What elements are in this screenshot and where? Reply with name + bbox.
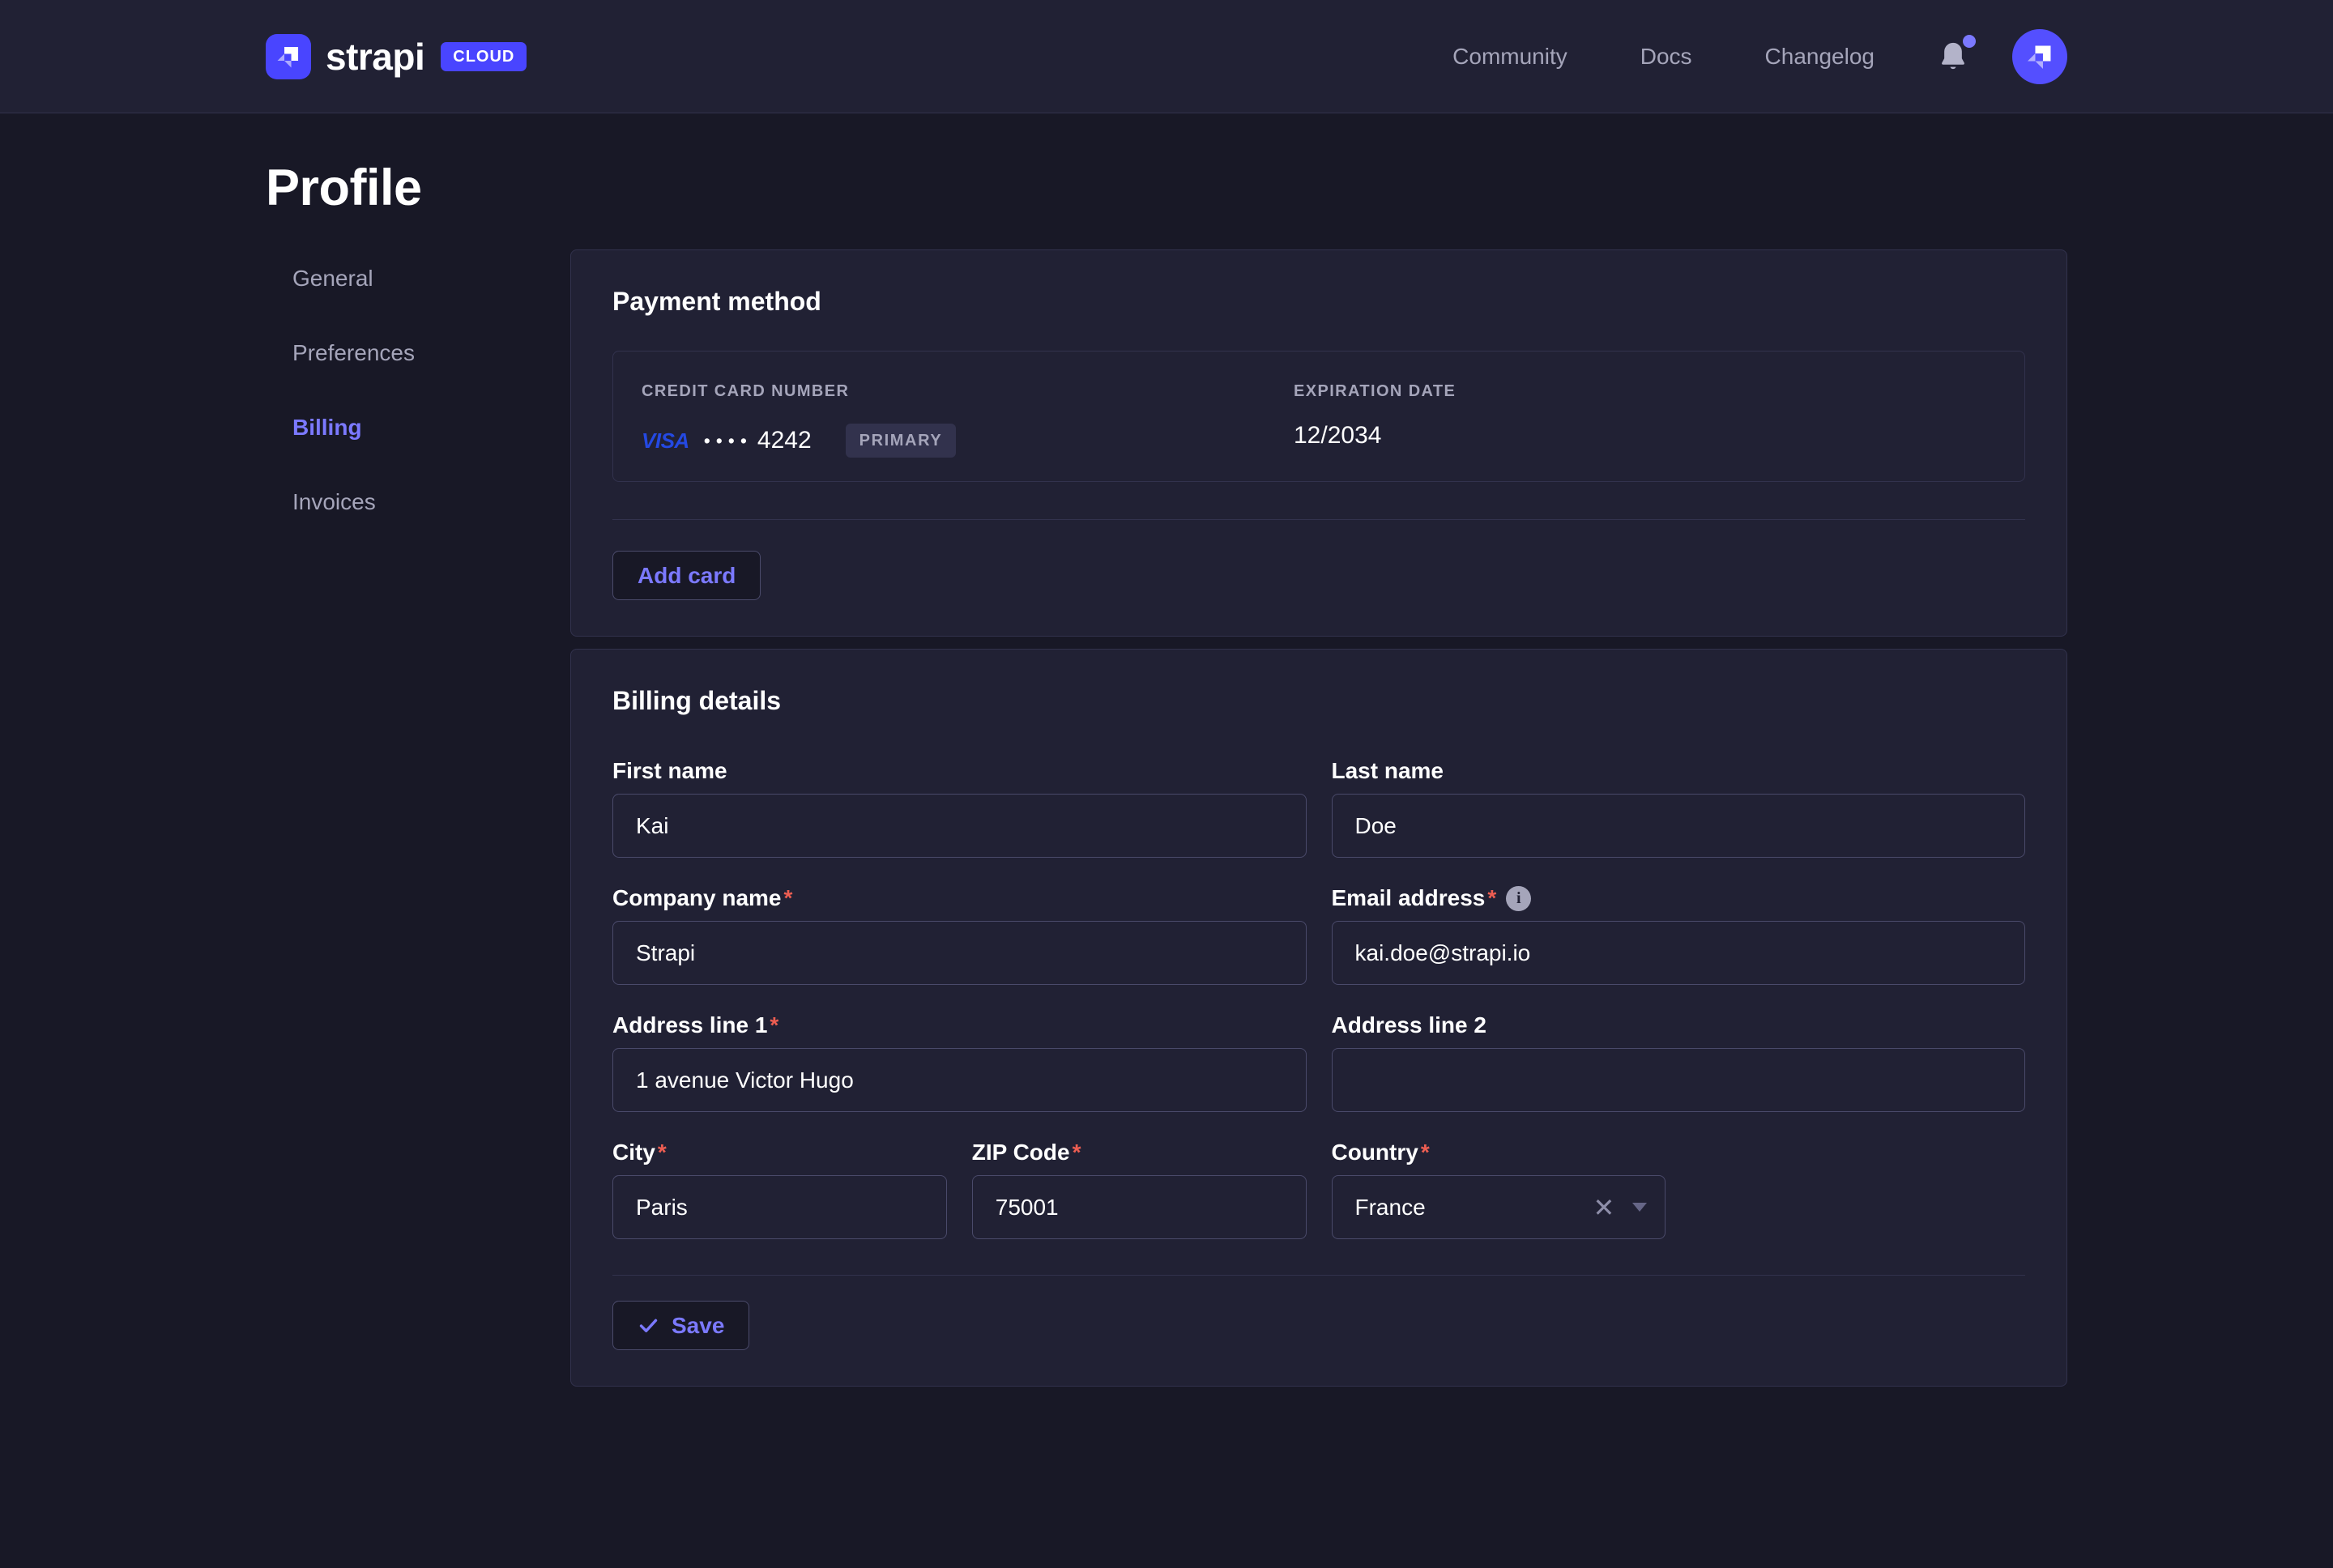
field-address2: Address line 2 bbox=[1332, 1012, 2026, 1112]
brand-name: strapi bbox=[326, 35, 424, 79]
first-name-label: First name bbox=[612, 757, 1307, 785]
address2-input[interactable] bbox=[1332, 1048, 2026, 1112]
field-country: Country* France ✕ bbox=[1332, 1139, 1666, 1239]
expiration-date-value: 12/2034 bbox=[1294, 422, 1456, 450]
add-card-button[interactable]: Add card bbox=[612, 551, 761, 600]
field-address1: Address line 1* bbox=[612, 1012, 1307, 1112]
billing-divider bbox=[612, 1275, 2025, 1276]
billing-form: First name Last name Company name* bbox=[612, 757, 2025, 1239]
required-asterisk: * bbox=[1073, 1139, 1081, 1166]
sidebar-item-preferences[interactable]: Preferences bbox=[292, 342, 570, 364]
address2-label: Address line 2 bbox=[1332, 1012, 2026, 1039]
required-asterisk: * bbox=[784, 884, 793, 912]
visa-logo: VISA bbox=[642, 428, 689, 454]
clear-icon[interactable]: ✕ bbox=[1593, 1195, 1614, 1221]
credit-card-row: CREDIT CARD NUMBER VISA •••• 4242 PRIMAR… bbox=[612, 351, 2025, 482]
page-content: Profile General Preferences Billing Invo… bbox=[0, 113, 2333, 1387]
profile-sidebar: General Preferences Billing Invoices bbox=[266, 249, 570, 565]
email-input[interactable] bbox=[1332, 921, 2026, 985]
zip-input[interactable] bbox=[972, 1175, 1307, 1239]
required-asterisk: * bbox=[1487, 884, 1496, 912]
field-zip: ZIP Code* bbox=[972, 1139, 1307, 1239]
field-city: City* bbox=[612, 1139, 947, 1239]
save-label: Save bbox=[672, 1313, 724, 1339]
field-company-name: Company name* bbox=[612, 884, 1307, 985]
notification-dot bbox=[1963, 35, 1976, 48]
save-button[interactable]: Save bbox=[612, 1301, 749, 1350]
nav-link-docs[interactable]: Docs bbox=[1640, 44, 1692, 70]
billing-details-title: Billing details bbox=[612, 685, 2025, 716]
top-navbar: strapi CLOUD Community Docs Changelog bbox=[0, 0, 2333, 113]
required-asterisk: * bbox=[1421, 1139, 1430, 1166]
country-select[interactable]: France ✕ bbox=[1332, 1175, 1666, 1239]
credit-card-number-label: CREDIT CARD NUMBER bbox=[642, 381, 1294, 401]
required-asterisk: * bbox=[658, 1139, 667, 1166]
address1-label: Address line 1* bbox=[612, 1012, 1307, 1039]
sidebar-item-invoices[interactable]: Invoices bbox=[292, 491, 570, 513]
card-last4: 4242 bbox=[757, 427, 812, 454]
address1-input[interactable] bbox=[612, 1048, 1307, 1112]
notifications-button[interactable] bbox=[1936, 38, 1970, 75]
expiration-date-label: EXPIRATION DATE bbox=[1294, 381, 1456, 401]
navbar-links: Community Docs Changelog bbox=[1380, 29, 2067, 84]
field-email: Email address* i bbox=[1332, 884, 2026, 985]
required-asterisk: * bbox=[770, 1012, 778, 1039]
chevron-down-icon bbox=[1632, 1203, 1647, 1212]
cloud-badge: CLOUD bbox=[441, 42, 527, 71]
main-panel: Payment method CREDIT CARD NUMBER VISA •… bbox=[570, 249, 2067, 1387]
strapi-avatar-icon bbox=[2024, 41, 2055, 72]
sidebar-item-billing[interactable]: Billing bbox=[292, 416, 570, 439]
strapi-logo-icon bbox=[266, 34, 311, 79]
last-name-label: Last name bbox=[1332, 757, 2026, 785]
nav-link-community[interactable]: Community bbox=[1452, 44, 1567, 70]
city-input[interactable] bbox=[612, 1175, 947, 1239]
check-icon bbox=[638, 1314, 659, 1336]
country-label: Country* bbox=[1332, 1139, 1666, 1166]
payment-method-title: Payment method bbox=[612, 286, 2025, 317]
payment-method-card: Payment method CREDIT CARD NUMBER VISA •… bbox=[570, 249, 2067, 637]
payment-divider bbox=[612, 519, 2025, 520]
page-title: Profile bbox=[266, 159, 2067, 217]
country-value: France bbox=[1355, 1195, 1593, 1221]
billing-details-card: Billing details First name Last name bbox=[570, 649, 2067, 1387]
masked-digits: •••• bbox=[704, 432, 753, 450]
city-label: City* bbox=[612, 1139, 947, 1166]
primary-badge: PRIMARY bbox=[846, 424, 957, 458]
brand[interactable]: strapi CLOUD bbox=[266, 34, 527, 79]
email-label: Email address* i bbox=[1332, 884, 2026, 912]
field-last-name: Last name bbox=[1332, 757, 2026, 858]
last-name-input[interactable] bbox=[1332, 794, 2026, 858]
user-avatar[interactable] bbox=[2012, 29, 2067, 84]
nav-link-changelog[interactable]: Changelog bbox=[1765, 44, 1875, 70]
zip-label: ZIP Code* bbox=[972, 1139, 1307, 1166]
info-icon[interactable]: i bbox=[1506, 886, 1531, 911]
field-first-name: First name bbox=[612, 757, 1307, 858]
company-name-input[interactable] bbox=[612, 921, 1307, 985]
first-name-input[interactable] bbox=[612, 794, 1307, 858]
grid-spacer bbox=[1691, 1139, 2025, 1239]
company-name-label: Company name* bbox=[612, 884, 1307, 912]
sidebar-item-general[interactable]: General bbox=[292, 267, 570, 290]
add-card-label: Add card bbox=[638, 563, 736, 589]
